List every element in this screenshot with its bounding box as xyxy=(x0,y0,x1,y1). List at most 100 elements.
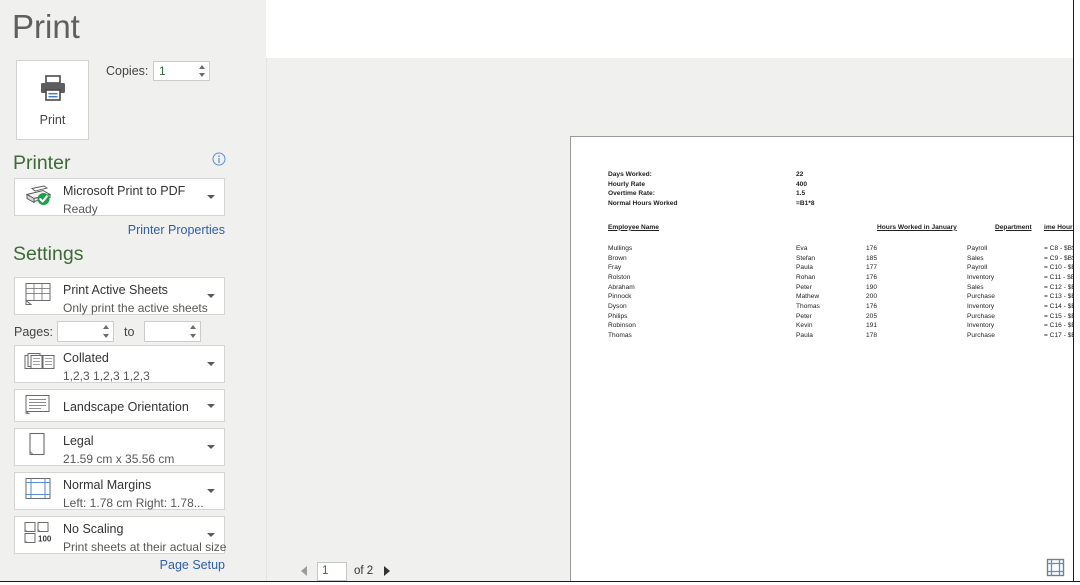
scaling-select[interactable]: 100 No Scaling Print sheets at their act… xyxy=(14,516,227,554)
print-button[interactable]: Print xyxy=(16,60,89,140)
printer-icon xyxy=(38,74,68,107)
cell-hours: 178 xyxy=(866,332,878,340)
cell-hours: 176 xyxy=(866,273,878,281)
paper-size-select[interactable]: Legal 21.59 cm x 35.56 cm xyxy=(14,428,225,466)
page-number-input[interactable] xyxy=(318,565,346,577)
chevron-down-icon[interactable] xyxy=(207,294,215,298)
cell-hours: 176 xyxy=(866,244,878,252)
print-settings-pane: Print Print Copies: Printer xyxy=(0,0,266,585)
collation-subtitle: 1,2,3 1,2,3 1,2,3 xyxy=(63,369,150,383)
pages-to-input[interactable] xyxy=(149,324,183,340)
summary-label: Days Worked: xyxy=(608,171,652,178)
orientation-title: Landscape Orientation xyxy=(63,400,189,414)
cell-department: Sales xyxy=(967,283,984,291)
cell-last-name: Pinnock xyxy=(608,293,632,301)
chevron-down-icon[interactable] xyxy=(207,403,215,408)
scaling-subtitle: Print sheets at their actual size xyxy=(63,540,227,554)
summary-label: Normal Hours Worked xyxy=(608,200,678,208)
cell-department: Purchase xyxy=(967,332,995,340)
header-employee-name: Employee Name xyxy=(608,223,659,231)
cell-first-name: Peter xyxy=(796,283,812,291)
summary-label: Hourly Rate xyxy=(608,180,646,188)
landscape-orientation-icon xyxy=(23,392,53,419)
cell-department: Purchase xyxy=(967,312,995,320)
cell-hours: 177 xyxy=(866,264,878,272)
cell-first-name: Rohan xyxy=(796,273,816,281)
chevron-down-icon[interactable] xyxy=(207,445,215,449)
pages-to-decrement[interactable] xyxy=(188,332,197,340)
pages-to-increment[interactable] xyxy=(188,323,197,331)
cell-last-name: Thomas xyxy=(608,332,632,340)
copies-decrement[interactable] xyxy=(197,71,206,79)
printer-properties-link[interactable]: Printer Properties xyxy=(0,223,225,237)
printer-section-heading: Printer xyxy=(13,152,71,174)
pages-label: Pages: xyxy=(14,325,53,339)
cell-last-name: Philips xyxy=(608,312,628,320)
print-preview-area: Days Worked: 22 Hourly Rate 400 Overtime Rat… xyxy=(267,58,1080,585)
chevron-down-icon[interactable] xyxy=(207,195,215,199)
header-hours-worked: Hours Worked in January xyxy=(877,223,957,231)
scaling-title: No Scaling xyxy=(63,522,124,536)
active-sheets-icon xyxy=(23,281,53,312)
previous-page-button[interactable] xyxy=(296,563,312,579)
chevron-down-icon[interactable] xyxy=(207,362,215,366)
preview-top-strip xyxy=(266,0,1080,58)
summary-value: 400 xyxy=(796,180,808,188)
cell-last-name: Robinson xyxy=(608,322,636,330)
cell-hours: 176 xyxy=(866,303,878,310)
cell-hours: 190 xyxy=(866,283,878,291)
printer-select[interactable]: Microsoft Print to PDF Ready xyxy=(14,178,225,216)
summary-value: =B1*8 xyxy=(796,200,815,208)
cell-first-name: Paula xyxy=(796,332,813,340)
margins-icon xyxy=(23,477,53,506)
margins-title: Normal Margins xyxy=(63,478,152,492)
pages-from-decrement[interactable] xyxy=(101,332,110,340)
next-page-button[interactable] xyxy=(379,563,395,579)
show-margins-icon xyxy=(1046,558,1065,577)
preview-page[interactable]: Days Worked: 22 Hourly Rate 400 Overtime Rat… xyxy=(570,136,1080,585)
print-range-title: Print Active Sheets xyxy=(63,283,168,297)
margins-select[interactable]: Normal Margins Left: 1.78 cm Right: 1.78… xyxy=(14,472,225,510)
pages-from-increment[interactable] xyxy=(101,323,110,331)
cell-department: Sales xyxy=(967,254,984,262)
printer-status: Ready xyxy=(63,202,98,216)
show-margins-button[interactable] xyxy=(1046,558,1065,577)
settings-section-heading: Settings xyxy=(13,243,84,265)
pages-from-stepper[interactable] xyxy=(57,321,114,342)
paper-size-icon xyxy=(23,432,49,463)
page-count-label: of 2 xyxy=(354,565,374,577)
summary-label: Overtime Rate: xyxy=(608,190,655,198)
cell-first-name: Eva xyxy=(796,244,808,252)
info-icon[interactable] xyxy=(212,152,226,166)
orientation-select[interactable]: Landscape Orientation xyxy=(14,389,225,422)
cell-department: Inventory xyxy=(967,273,995,281)
copies-input[interactable] xyxy=(159,64,194,78)
cell-last-name: Dyson xyxy=(608,303,627,310)
summary-value: 22 xyxy=(796,171,804,178)
chevron-down-icon[interactable] xyxy=(207,489,215,493)
paper-size-title: Legal xyxy=(63,434,94,448)
cell-hours: 191 xyxy=(866,322,878,330)
margins-subtitle: Left: 1.78 cm Right: 1.78... xyxy=(63,496,204,510)
cell-first-name: Mathew xyxy=(796,293,820,301)
cell-last-name: Brown xyxy=(608,254,627,262)
header-department: Department xyxy=(995,223,1032,231)
print-range-subtitle: Only print the active sheets xyxy=(63,301,208,315)
copies-stepper[interactable] xyxy=(153,61,210,81)
cell-department: Payroll xyxy=(967,244,988,252)
page-number-field[interactable] xyxy=(317,561,347,581)
print-range-select[interactable]: Print Active Sheets Only print the activ… xyxy=(14,277,225,315)
chevron-down-icon[interactable] xyxy=(207,533,215,537)
copies-increment[interactable] xyxy=(197,63,206,71)
page-navigation: of 2 xyxy=(296,560,395,582)
print-button-label: Print xyxy=(39,112,66,127)
pages-from-input[interactable] xyxy=(62,324,96,340)
pages-to-stepper[interactable] xyxy=(144,321,201,342)
collation-select[interactable]: Collated 1,2,3 1,2,3 1,2,3 xyxy=(14,345,225,383)
cell-hours: 200 xyxy=(866,293,878,301)
cell-department: Purchase xyxy=(967,293,995,301)
page-setup-link[interactable]: Page Setup xyxy=(0,558,225,572)
no-scaling-icon: 100 xyxy=(23,521,55,550)
cell-hours: 205 xyxy=(866,312,878,320)
print-backstage-window: Print Print Copies: Printer xyxy=(0,0,1080,585)
